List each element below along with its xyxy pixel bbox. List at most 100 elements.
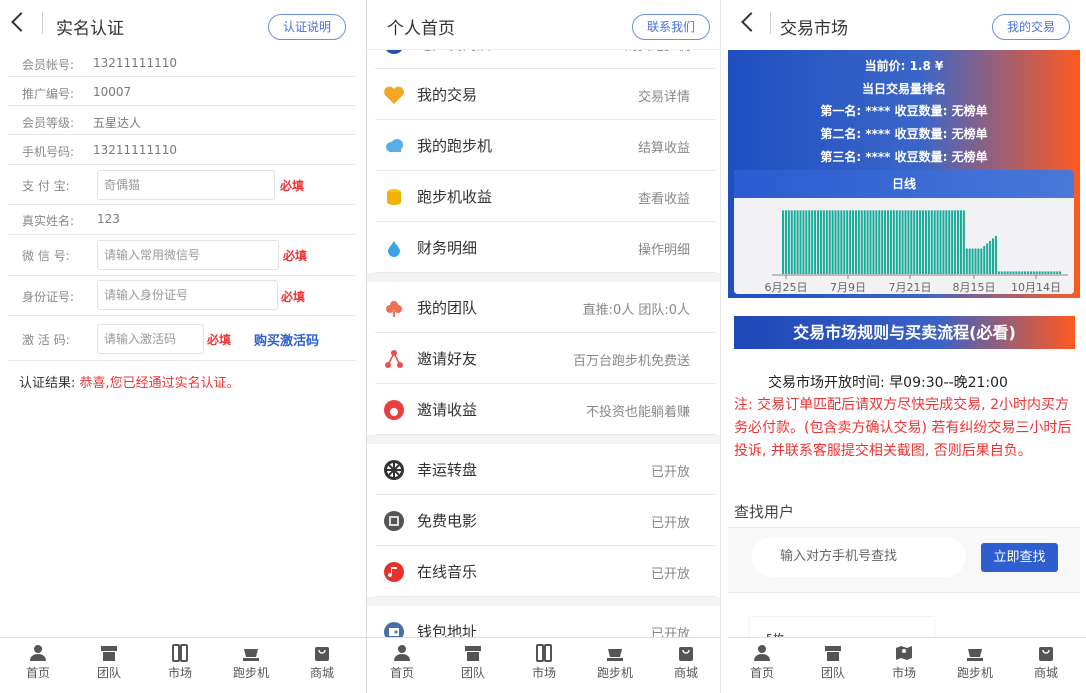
menu-item[interactable]: 免费电影 已开放 — [375, 495, 715, 546]
bag-icon — [315, 647, 329, 661]
tab-team[interactable]: 团队 — [803, 644, 863, 681]
tab-mall[interactable]: 商城 — [656, 644, 716, 681]
tab-home[interactable]: 首页 — [732, 644, 792, 681]
chart-bar — [1056, 271, 1059, 274]
wechat-input[interactable]: 请输入常用微信号 — [97, 240, 279, 270]
rank-third: 第三名: **** 收豆数量: 无榜单 — [820, 150, 988, 164]
chart-bar — [787, 210, 790, 274]
menu-label: 我的跑步机 — [417, 137, 493, 155]
chart-bar — [1047, 271, 1050, 274]
chart-bar — [805, 210, 808, 274]
chart-bar — [919, 210, 922, 274]
menu-label: 财务明细 — [417, 239, 478, 257]
alipay-row: 支 付 宝: 奇偶猫 必填 — [8, 165, 356, 205]
menu-item[interactable]: 我的跑步机 结算收益 — [375, 120, 715, 171]
tab-mall[interactable]: 商城 — [1016, 644, 1076, 681]
tab-team[interactable]: 团队 — [443, 644, 503, 681]
activation-input[interactable]: 请输入激活码 — [97, 324, 204, 354]
realname-panel: 实名认证 认证说明 会员帐号: 13211111110 推广编号: 10007 … — [0, 0, 366, 693]
tab-treadmill[interactable]: 跑步机 — [585, 644, 645, 681]
menu-label: 幸运转盘 — [417, 461, 478, 479]
tab-market[interactable]: 市场 — [874, 644, 934, 681]
chart-bar — [840, 210, 843, 274]
tab-market[interactable]: 市场 — [514, 644, 574, 681]
bag-icon — [1039, 647, 1053, 661]
chart-bar — [817, 210, 820, 274]
chart-bar — [790, 210, 793, 274]
menu-right-text: 查看收益 — [637, 192, 690, 207]
phone-search-input[interactable]: 输入对方手机号查找 — [752, 537, 966, 577]
personal-home-panel: 跑步机商店 购买跑步机 我的交易交易详情我的跑步机结算收益跑步机收益查看收益财务… — [367, 0, 720, 693]
chart-bar — [793, 210, 796, 274]
back-arrow-icon[interactable] — [11, 12, 31, 32]
find-now-button[interactable]: 立即查找 — [981, 543, 1058, 572]
ranking-title: 当日交易量排名 — [861, 82, 946, 96]
chart-bar — [799, 210, 802, 274]
contact-us-button[interactable]: 联系我们 — [632, 14, 711, 40]
field-row: 推广编号: 10007 — [8, 77, 356, 106]
chart-bar — [875, 210, 878, 274]
tab-home[interactable]: 首页 — [8, 644, 68, 681]
chart-bar — [1044, 271, 1047, 274]
store-icon — [465, 646, 481, 661]
chart-bar — [927, 210, 930, 274]
chart-bar — [974, 248, 977, 274]
chart-bar — [980, 248, 983, 274]
open-time: 交易市场开放时间: 早09:30--晚21:00 — [768, 375, 1008, 391]
tab-bar: 首页 团队 市场 跑步机 商城 — [367, 637, 720, 693]
tab-treadmill[interactable]: 跑步机 — [221, 644, 281, 681]
menu-item[interactable]: 幸运转盘 已开放 — [375, 444, 715, 495]
chart-bar — [898, 210, 901, 274]
chart-bar — [837, 210, 840, 274]
buy-activation-link[interactable]: 购买激活码 — [254, 330, 319, 349]
my-trades-button[interactable]: 我的交易 — [992, 14, 1071, 40]
chart-bar — [828, 210, 831, 274]
field-label: 会员帐号: — [22, 58, 75, 72]
menu-item[interactable]: 邀请收益 不投资也能躺着赚 — [375, 384, 715, 435]
tab-home[interactable]: 首页 — [372, 644, 432, 681]
auth-info-button[interactable]: 认证说明 — [268, 14, 347, 40]
tab-team[interactable]: 团队 — [79, 644, 139, 681]
chart-bar — [942, 210, 945, 274]
alipay-input[interactable]: 奇偶猫 — [97, 170, 275, 200]
chart-bar — [802, 210, 805, 274]
chart-bar — [951, 210, 954, 274]
menu-item[interactable]: 邀请好友 百万台跑步机免费送 — [375, 333, 715, 384]
idcard-input[interactable]: 请输入身份证号 — [97, 280, 278, 310]
menu-right-text: 交易详情 — [637, 90, 690, 105]
field-value: 123 — [97, 212, 120, 226]
result-text: 恭喜,您已经通过实名认证。 — [79, 376, 240, 391]
coins-icon — [387, 189, 401, 205]
menu-item[interactable]: 财务明细 操作明细 — [375, 222, 715, 273]
menu-item[interactable]: 跑步机收益 查看收益 — [375, 171, 715, 222]
chart-bar — [992, 238, 995, 274]
menu-item[interactable]: 我的交易 交易详情 — [375, 69, 715, 120]
field-value: 13211111110 — [93, 143, 177, 157]
chart-bar — [796, 210, 799, 274]
tab-label: 市场 — [531, 666, 556, 680]
menu-label: 邀请好友 — [417, 350, 478, 368]
tab-label: 跑步机 — [956, 666, 993, 680]
chart-bar — [922, 210, 925, 274]
chart-bar — [986, 243, 989, 274]
tab-mall[interactable]: 商城 — [292, 644, 352, 681]
activation-row: 激 活 码: 请输入激活码 必填 购买激活码 — [8, 316, 356, 361]
page-title: 个人首页 — [387, 19, 455, 39]
menu-right-text: 已开放 — [650, 567, 690, 582]
tab-market[interactable]: 市场 — [150, 644, 210, 681]
tab-treadmill[interactable]: 跑步机 — [945, 644, 1005, 681]
menu-item[interactable]: 我的团队 直推:0人 团队:0人 — [375, 282, 715, 333]
person-icon — [30, 645, 46, 661]
menu-item[interactable]: 在线音乐 已开放 — [375, 546, 715, 597]
chart-bar — [971, 248, 974, 274]
back-arrow-icon[interactable] — [741, 12, 761, 32]
wechat-row: 微 信 号: 请输入常用微信号 必填 — [8, 235, 356, 276]
columns-icon — [172, 644, 188, 662]
chart-bar — [983, 246, 986, 274]
chart-bar — [954, 210, 957, 274]
tab-label: 商城 — [309, 666, 334, 680]
chart-bar — [854, 210, 857, 274]
chart-bar — [822, 210, 825, 274]
divider — [770, 12, 771, 34]
chart-bar — [957, 210, 960, 274]
